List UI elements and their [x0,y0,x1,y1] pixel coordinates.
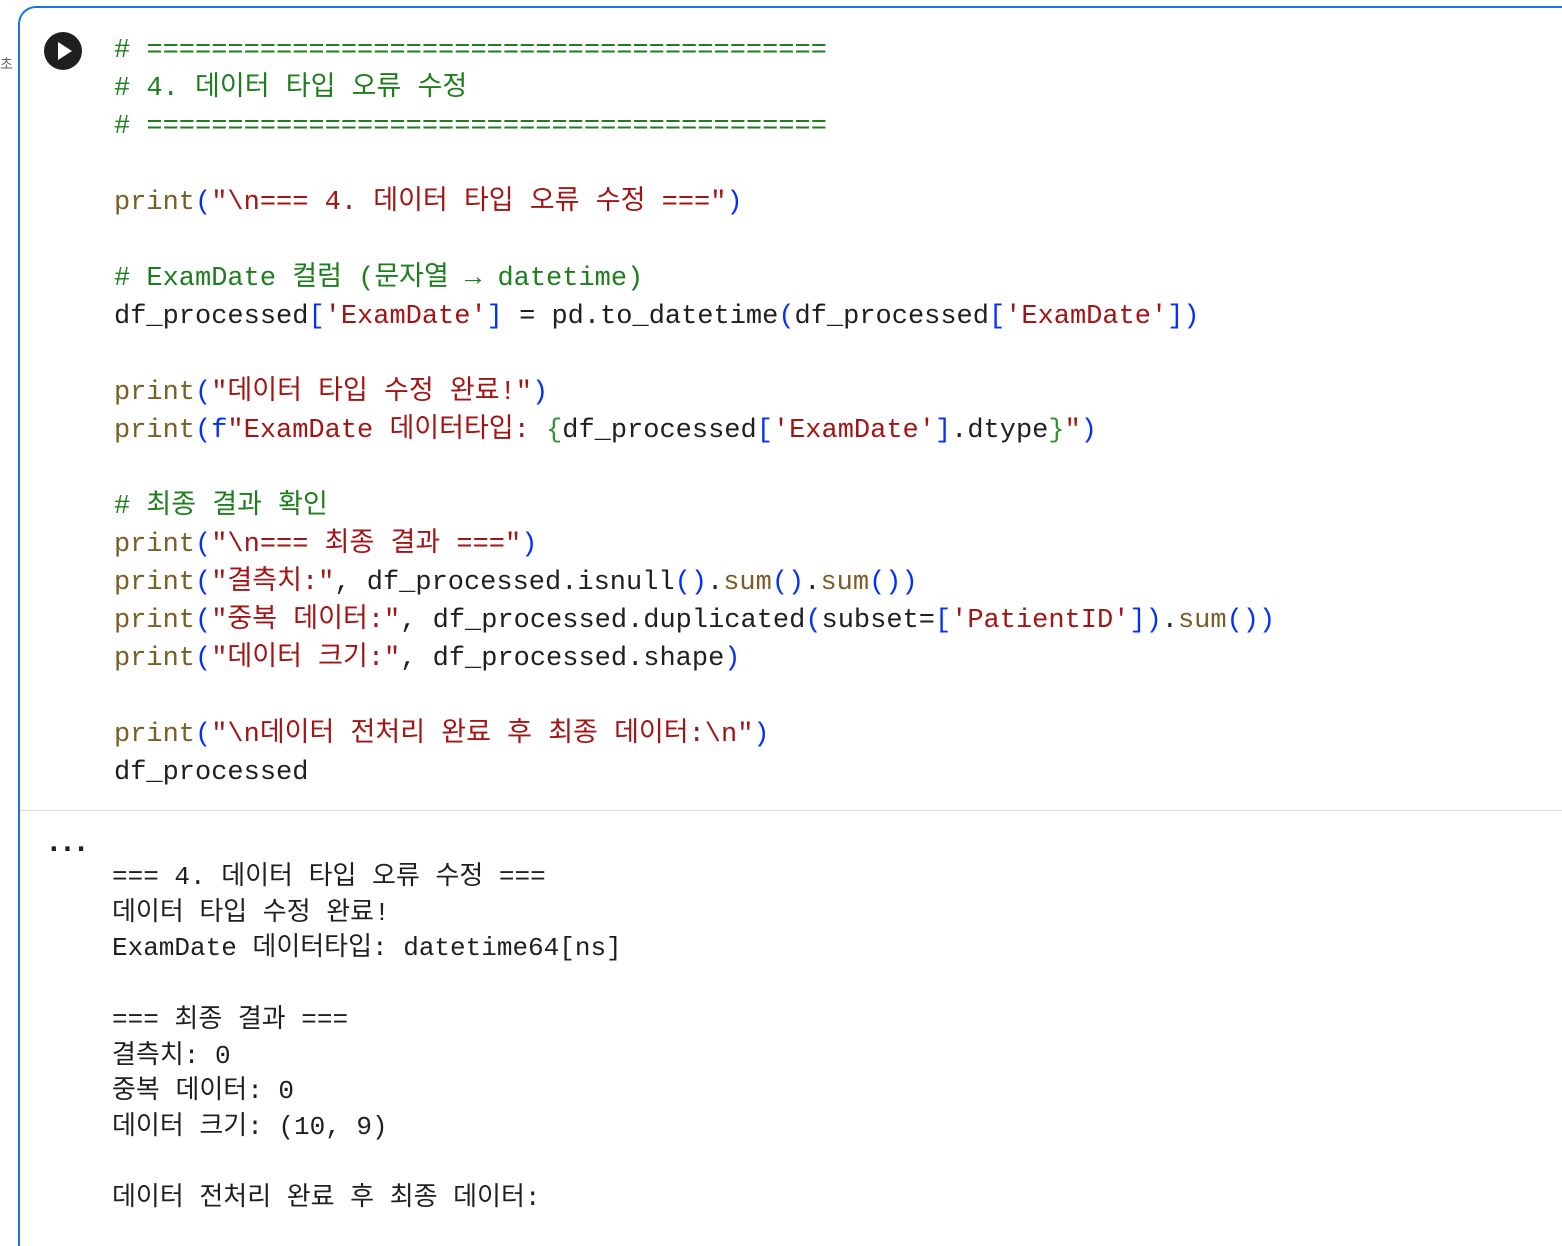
output-line: 데이터 타입 수정 완료! [112,897,390,928]
code-line: df_processed['ExamDate'] = pd.to_datetim… [114,302,1200,332]
output-line: 중복 데이터: 0 [112,1076,295,1107]
code-line: df_processed [114,758,309,788]
output-line: === 4. 데이터 타입 오류 수정 === [112,862,546,892]
code-line: print("데이터 타입 수정 완료!") [114,378,549,408]
output-line: 데이터 크기: (10, 9) [112,1111,388,1142]
code-line: # ======================================… [114,36,827,66]
output-line: 데이터 전처리 완료 후 최종 데이터: [112,1183,541,1214]
cell-output: === 4. 데이터 타입 오류 수정 === 데이터 타입 수정 완료! Ex… [112,860,622,1217]
code-line: # 최종 결과 확인 [114,492,328,522]
gutter-label: 초 [0,57,13,73]
code-line: print("\n=== 최종 결과 ===") [114,530,538,560]
code-line: print("결측치:", df_processed.isnull().sum(… [114,568,918,598]
code-line: # 4. 데이터 타입 오류 수정 [114,74,468,104]
output-line: === 최종 결과 === [112,1004,349,1035]
code-line: # ExamDate 컬럼 (문자열 → datetime) [114,264,644,294]
code-editor[interactable]: # ======================================… [114,32,1275,792]
code-line: print("데이터 크기:", df_processed.shape) [114,644,741,674]
output-line: 결측치: 0 [112,1040,231,1071]
code-line: print("중복 데이터:", df_processed.duplicated… [114,606,1276,636]
output-actions-icon[interactable]: ... [46,828,89,858]
code-line: # ======================================… [114,112,827,142]
code-line: print(f"ExamDate 데이터타입: {df_processed['E… [114,416,1097,446]
code-line: print("\n데이터 전처리 완료 후 최종 데이터:\n") [114,720,770,750]
code-line: print("\n=== 4. 데이터 타입 오류 수정 ===") [114,188,743,218]
output-line: ExamDate 데이터타입: datetime64[ns] [112,933,622,964]
cell-output-divider [20,810,1562,811]
run-cell-icon[interactable] [44,32,82,70]
code-cell[interactable]: # ======================================… [18,6,1562,1246]
